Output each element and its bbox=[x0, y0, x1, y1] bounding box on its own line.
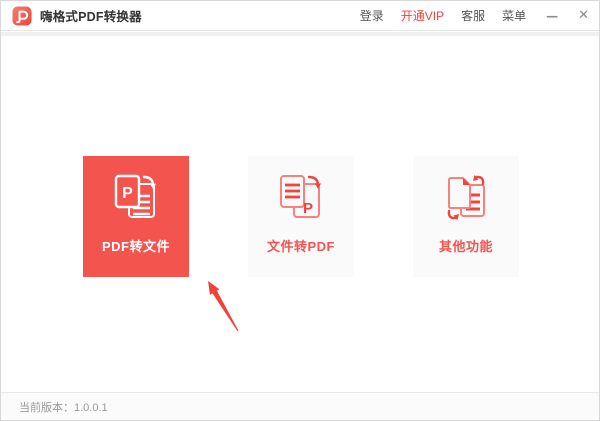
menu-item-support[interactable]: 客服 bbox=[461, 7, 485, 24]
card-label: 其他功能 bbox=[438, 239, 493, 254]
version-text: 当前版本：1.0.0.1 bbox=[19, 401, 108, 414]
card-label: PDF转文件 bbox=[101, 239, 170, 254]
card-other-functions[interactable]: 其他功能 bbox=[413, 156, 519, 277]
app-logo-icon bbox=[12, 6, 32, 25]
other-functions-icon bbox=[447, 175, 485, 220]
menu-item-login[interactable]: 登录 bbox=[360, 7, 384, 24]
pdf-to-file-icon: P bbox=[114, 174, 156, 218]
menu-item-menu[interactable]: 菜单 bbox=[502, 7, 526, 24]
app-window: 嗨格式PDF转换器 登录 开通VIP 客服 菜单 — ✕ P PDF转文件 P … bbox=[0, 0, 600, 421]
titlebar: 嗨格式PDF转换器 登录 开通VIP 客服 菜单 — ✕ bbox=[1, 1, 599, 31]
card-pdf-to-file[interactable]: P PDF转文件 bbox=[83, 156, 189, 277]
titlebar-menu: 登录 开通VIP 客服 菜单 — ✕ bbox=[343, 7, 589, 24]
main-content: P PDF转文件 P 文件转PDF 其他功能 bbox=[1, 36, 599, 392]
annotation-arrow-icon bbox=[208, 281, 239, 332]
card-file-to-pdf[interactable]: P 文件转PDF bbox=[248, 156, 354, 277]
close-button[interactable]: ✕ bbox=[578, 9, 589, 22]
file-to-pdf-icon: P bbox=[280, 175, 321, 218]
svg-text:P: P bbox=[303, 200, 313, 217]
menu-item-open-vip[interactable]: 开通VIP bbox=[401, 7, 444, 24]
card-label: 文件转PDF bbox=[266, 239, 335, 254]
status-bar: 当前版本：1.0.0.1 bbox=[1, 392, 599, 420]
svg-text:P: P bbox=[122, 185, 133, 202]
app-title: 嗨格式PDF转换器 bbox=[40, 10, 142, 24]
minimize-button[interactable]: — bbox=[546, 10, 558, 22]
